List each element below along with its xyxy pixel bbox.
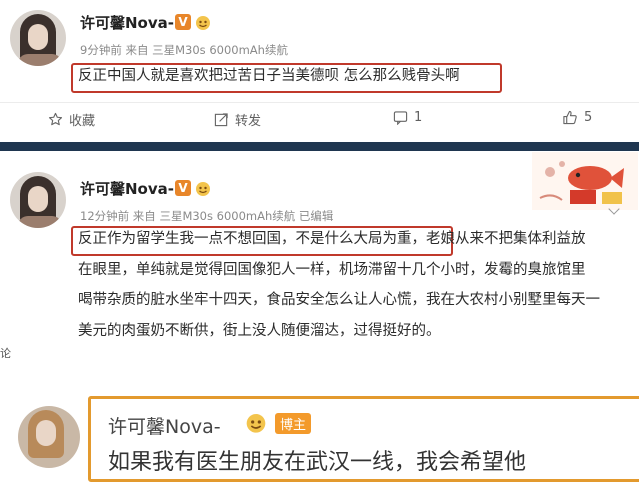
post-meta: 12分钟前 来自 三星M30s 6000mAh续航 已编辑 bbox=[80, 209, 334, 223]
username[interactable]: 许可馨Nova- bbox=[108, 412, 221, 439]
repost-label: 转发 bbox=[235, 114, 262, 129]
festive-card-decoration-icon bbox=[532, 152, 638, 210]
star-icon bbox=[48, 112, 63, 126]
action-divider bbox=[0, 102, 639, 103]
post-text-line: 喝带杂质的脏水坐牢十四天，食品安全怎么让人心慌，我在大农村小别墅里每天一 bbox=[78, 292, 600, 308]
post-text: 如果我有医生朋友在武汉一线，我会希望他 bbox=[108, 450, 527, 475]
verified-v-icon: V bbox=[175, 14, 191, 30]
username[interactable]: 许可馨Nova- bbox=[80, 12, 174, 33]
like-count: 5 bbox=[584, 110, 593, 125]
repost-button[interactable]: 转发 bbox=[214, 110, 261, 129]
section-divider bbox=[0, 142, 639, 151]
post-text-line: 反正作为留学生我一点不想回国，不是什么大局为重，老娘从来不把集体利益放 bbox=[78, 231, 586, 247]
avatar-body bbox=[18, 54, 62, 66]
left-edge-text: 论 bbox=[0, 347, 11, 360]
verified-v-icon: V bbox=[175, 180, 191, 196]
avatar-face bbox=[28, 186, 48, 212]
like-button[interactable]: 5 bbox=[562, 110, 592, 125]
post-meta: 9分钟前 来自 三星M30s 6000mAh续航 bbox=[80, 43, 288, 57]
post-text: 反正中国人就是喜欢把过苦日子当美德呗 怎么那么贱骨头啊 bbox=[78, 68, 460, 84]
avatar-face bbox=[28, 24, 48, 50]
avatar[interactable] bbox=[10, 10, 66, 66]
avatar-body bbox=[18, 216, 62, 228]
username[interactable]: 许可馨Nova- bbox=[80, 178, 174, 199]
comment-count: 1 bbox=[414, 110, 423, 125]
avatar-face bbox=[36, 420, 56, 446]
avatar[interactable] bbox=[10, 172, 66, 228]
blogger-badge: 博主 bbox=[275, 413, 312, 434]
repost-icon bbox=[214, 113, 228, 127]
post-text: 反正作为留学生我一点不想回国，不是什么大局为重，老娘从来不把集体利益放 在眼里，… bbox=[78, 228, 600, 342]
post-text-line: 美元的肉蛋奶不断供，街上没人随便溜达，过得挺好的。 bbox=[78, 322, 441, 339]
fan-badge-icon bbox=[196, 16, 210, 30]
favorite-label: 收藏 bbox=[69, 114, 96, 129]
thumbs-up-icon bbox=[563, 110, 577, 125]
fan-badge-icon bbox=[196, 182, 210, 196]
post-text-line: 在眼里，单纯就是觉得回国像犯人一样，机场滞留十几个小时，发霉的臭旅馆里 bbox=[78, 261, 586, 278]
comment-icon bbox=[393, 111, 408, 125]
fan-badge-icon bbox=[246, 414, 266, 433]
comment-button[interactable]: 1 bbox=[393, 110, 422, 125]
favorite-button[interactable]: 收藏 bbox=[48, 110, 95, 129]
